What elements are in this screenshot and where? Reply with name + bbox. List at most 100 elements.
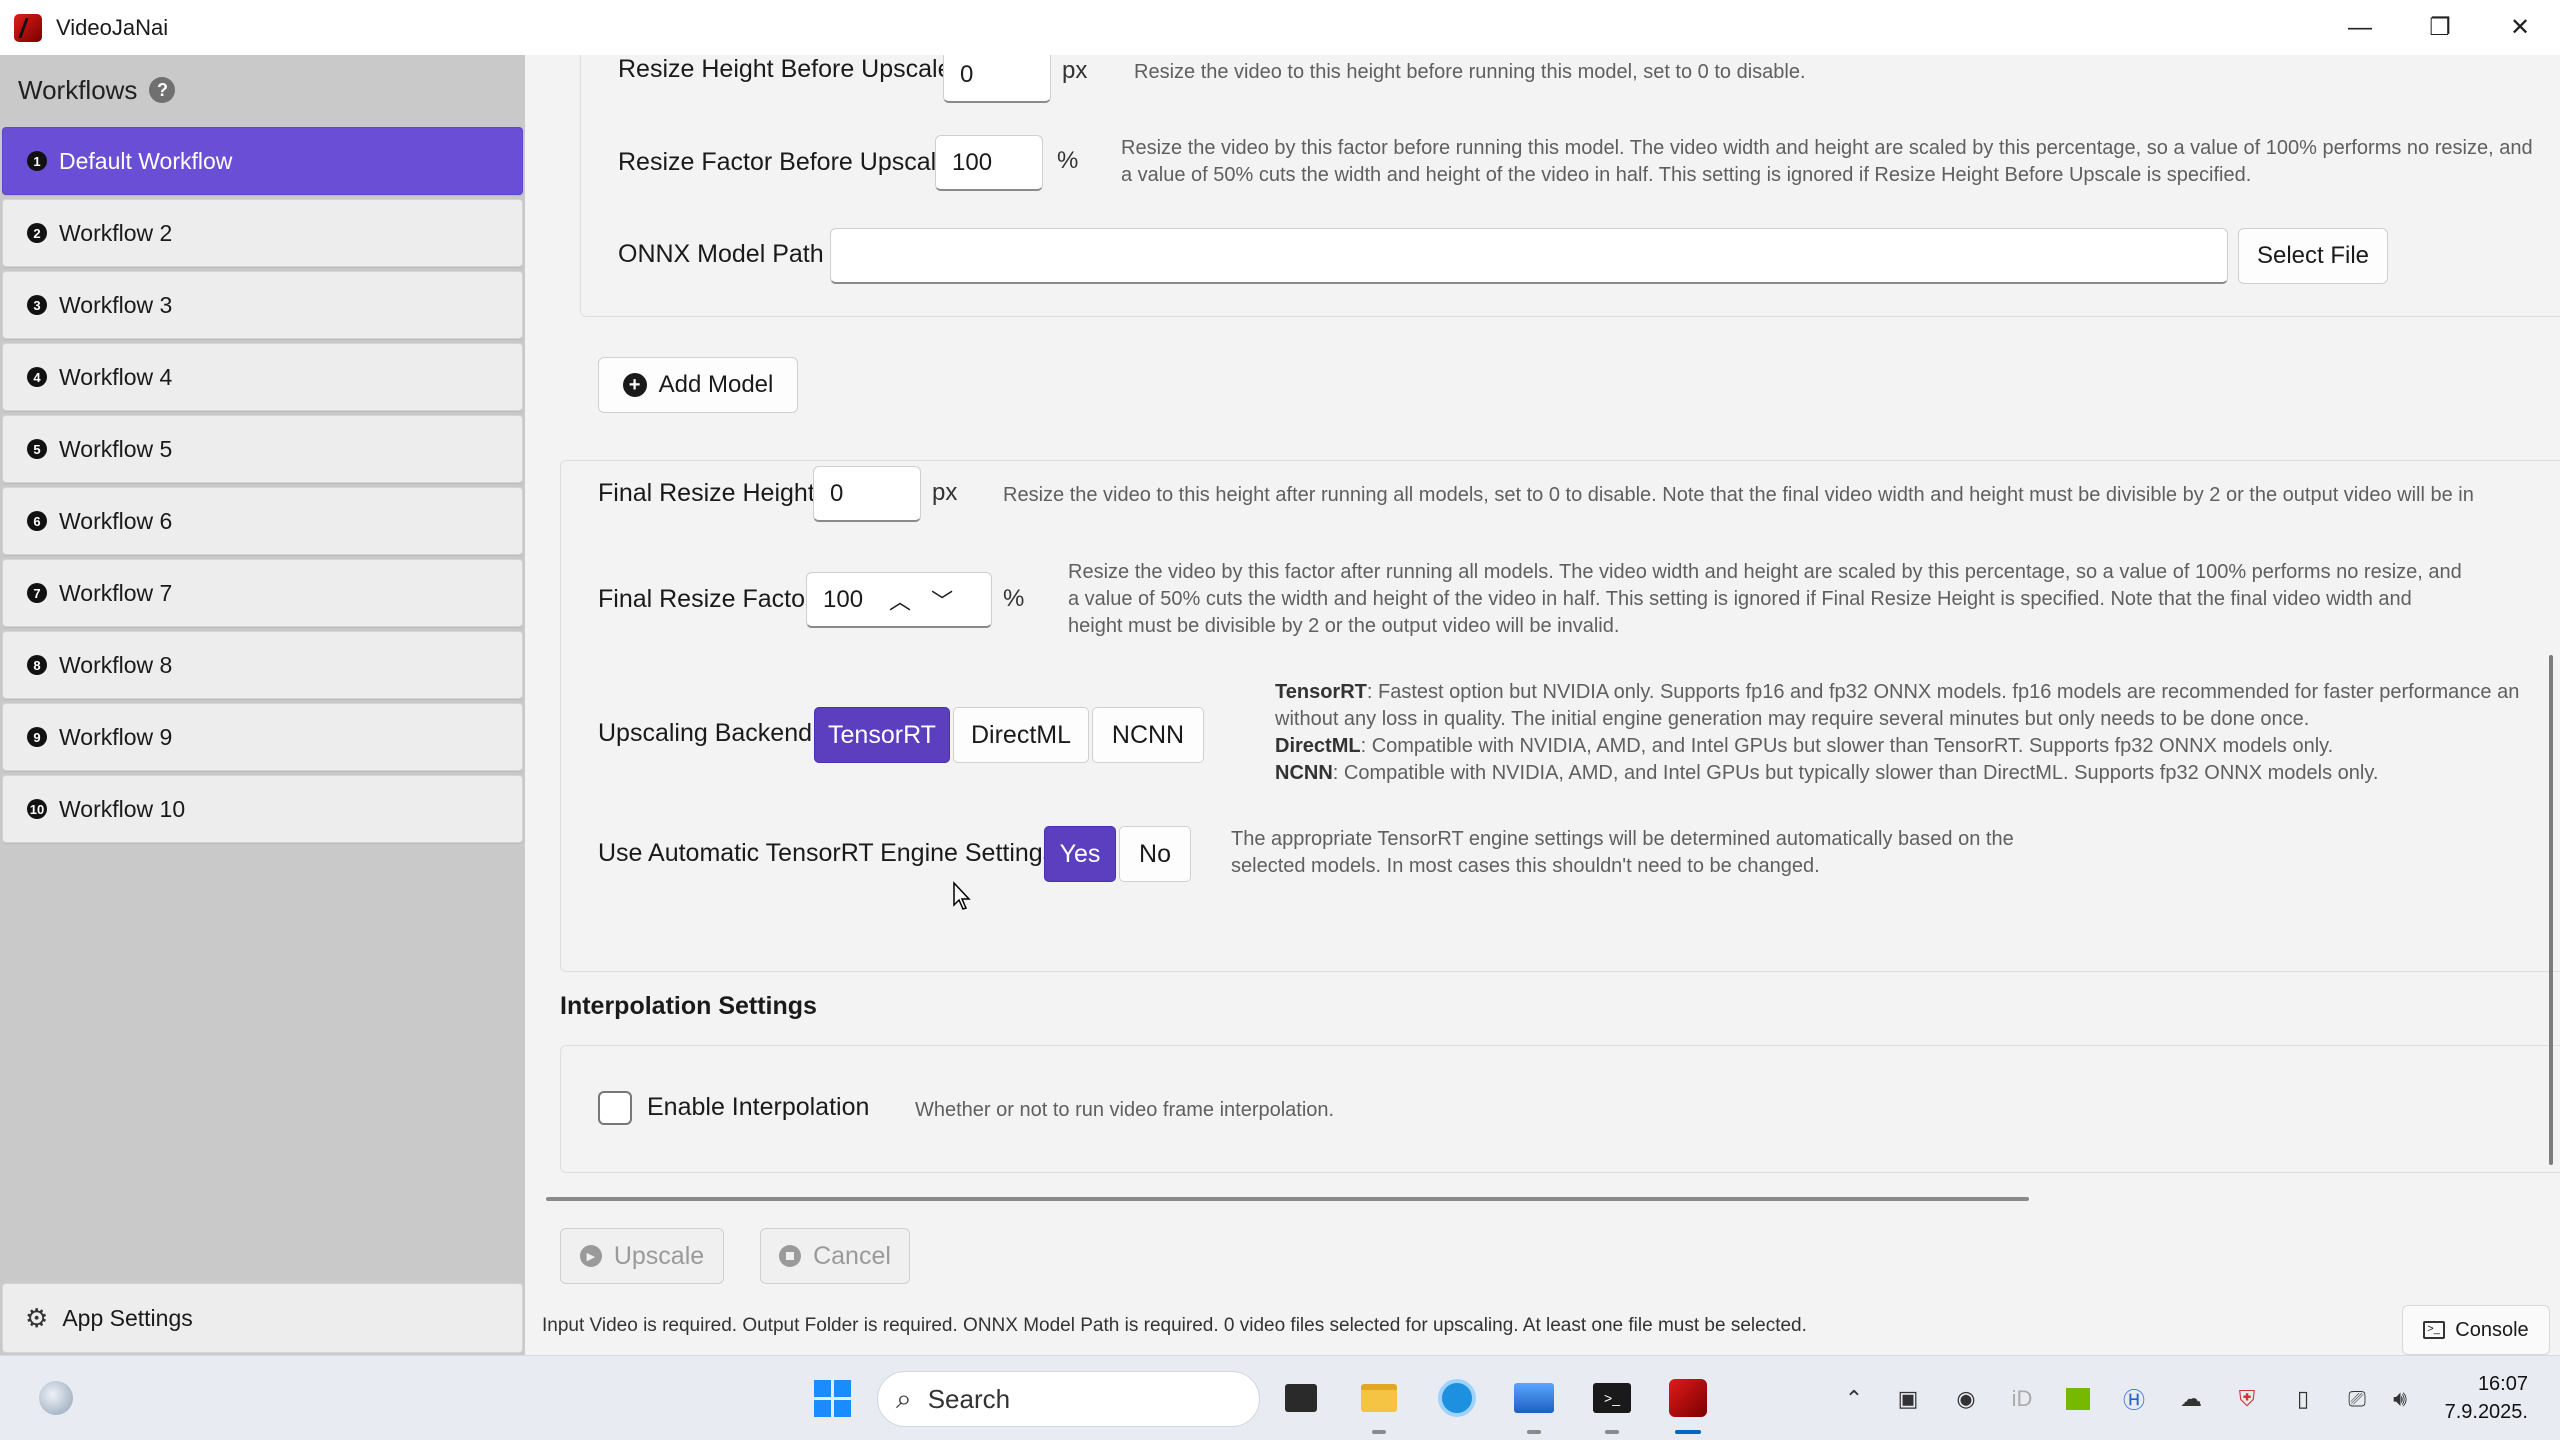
sidebar-item-label: Default Workflow [59, 147, 233, 174]
number-badge-icon: 1 [27, 151, 47, 171]
running-indicator [1372, 1430, 1386, 1434]
chevron-up-icon[interactable]: ︿ [889, 584, 911, 616]
final-resize-height-desc: Resize the video to this height after ru… [1003, 484, 2474, 506]
task-view-icon[interactable] [1279, 1376, 1323, 1420]
ncnn-desc: : Compatible with NVIDIA, AMD, and Intel… [1332, 762, 2379, 784]
backend-ncnn-option[interactable]: NCNN [1092, 707, 1204, 763]
file-explorer-icon[interactable] [1357, 1376, 1401, 1420]
tensorrt-name: TensorRT [1275, 681, 1367, 703]
sidebar-title: Workflows [18, 74, 138, 105]
console-label: Console [2455, 1318, 2529, 1341]
main-content: Resize Height Before Upscale 0 px Resize… [525, 55, 2560, 1355]
number-badge-icon: 7 [27, 583, 47, 603]
auto-tensorrt-yes[interactable]: Yes [1044, 826, 1116, 882]
status-message: Input Video is required. Output Folder i… [542, 1315, 1807, 1336]
sidebar-item-label: Workflow 5 [59, 435, 173, 462]
volume-icon[interactable]: 🔊︎ [2384, 1383, 2416, 1415]
sidebar-item-label: Workflow 6 [59, 507, 173, 534]
resize-factor-before-unit: % [1057, 147, 1079, 174]
network-icon[interactable]: ⎚ [2341, 1383, 2373, 1415]
add-model-button[interactable]: + Add Model [598, 357, 798, 413]
select-file-button[interactable]: Select File [2238, 228, 2388, 284]
sidebar-item-workflow-4[interactable]: 4 Workflow 4 [2, 343, 523, 411]
sidebar-item-workflow-8[interactable]: 8 Workflow 8 [2, 631, 523, 699]
resize-factor-before-input[interactable]: 100 [935, 135, 1043, 191]
title-bar: VideoJaNai — ❐ ✕ [0, 0, 2560, 55]
usb-icon[interactable]: ▯ [2287, 1383, 2319, 1415]
number-badge-icon: 9 [27, 727, 47, 747]
resize-height-before-input[interactable]: 0 [943, 55, 1051, 103]
chevron-up-icon[interactable]: ⌃ [1838, 1383, 1870, 1415]
vertical-scrollbar[interactable] [2549, 655, 2553, 1165]
sidebar-header: Workflows ? [0, 55, 525, 125]
final-resize-factor-stepper[interactable]: 100 ︿ ﹀ [806, 572, 992, 628]
upscale-button[interactable]: ▶ Upscale [560, 1228, 724, 1284]
sidebar-item-workflow-10[interactable]: 10 Workflow 10 [2, 775, 523, 843]
sidebar-item-workflow-9[interactable]: 9 Workflow 9 [2, 703, 523, 771]
backend-description: TensorRT: Fastest option but NVIDIA only… [1275, 679, 2560, 791]
browser-icon[interactable] [1435, 1376, 1479, 1420]
app-logo-icon [14, 13, 42, 42]
directml-desc: : Compatible with NVIDIA, AMD, and Intel… [1360, 735, 2334, 757]
sidebar: Workflows ? 1 Default Workflow 2 Workflo… [0, 55, 525, 1355]
help-icon[interactable]: ? [149, 77, 176, 103]
sidebar-item-workflow-6[interactable]: 6 Workflow 6 [2, 487, 523, 555]
minimize-button[interactable]: — [2320, 0, 2400, 55]
ncnn-name: NCNN [1275, 762, 1333, 784]
number-badge-icon: 4 [27, 367, 47, 387]
tray-network-app-icon[interactable]: ◉ [1950, 1383, 1982, 1415]
upscaling-backend-label: Upscaling Backend [598, 719, 813, 747]
cancel-button[interactable]: Cancel [760, 1228, 910, 1284]
tray-app-icon[interactable]: ▣ [1892, 1383, 1924, 1415]
nvidia-icon[interactable] [2062, 1383, 2094, 1415]
sidebar-item-default-workflow[interactable]: 1 Default Workflow [2, 127, 523, 195]
final-resize-height-input[interactable]: 0 [813, 466, 921, 522]
chevron-down-icon[interactable]: ﹀ [931, 584, 953, 616]
resize-height-before-label: Resize Height Before Upscale [618, 55, 952, 83]
sidebar-item-label: Workflow 10 [59, 795, 186, 822]
auto-tensorrt-no[interactable]: No [1119, 826, 1191, 882]
sidebar-item-workflow-3[interactable]: 3 Workflow 3 [2, 271, 523, 339]
console-button[interactable]: >_ Console [2402, 1305, 2550, 1355]
onnx-model-path-label: ONNX Model Path [618, 240, 824, 268]
final-resize-height-label: Final Resize Height [598, 479, 815, 507]
enable-interpolation-label: Enable Interpolation [647, 1093, 870, 1121]
app-settings-label: App Settings [62, 1304, 193, 1331]
cloud-icon[interactable]: ☁ [2175, 1383, 2207, 1415]
final-resize-height-unit: px [932, 479, 958, 506]
horizontal-scrollbar[interactable] [546, 1197, 2029, 1201]
enable-interpolation-desc: Whether or not to run video frame interp… [915, 1099, 1335, 1121]
tensorrt-desc: : Fastest option but NVIDIA only. Suppor… [1275, 681, 2520, 730]
app-settings-button[interactable]: ⚙ App Settings [2, 1283, 523, 1353]
videojanai-taskbar-icon[interactable] [1666, 1376, 1710, 1420]
windows-start-icon[interactable] [810, 1376, 854, 1420]
resize-factor-before-desc: Resize the video by this factor before r… [1121, 137, 2533, 186]
interpolation-section-title: Interpolation Settings [560, 992, 817, 1020]
enable-interpolation-checkbox[interactable] [598, 1091, 632, 1125]
taskbar-search[interactable]: ⌕ Search [877, 1371, 1260, 1427]
backend-tensorrt-option[interactable]: TensorRT [814, 707, 950, 763]
add-model-label: Add Model [658, 371, 774, 398]
directml-name: DirectML [1275, 735, 1361, 757]
security-icon[interactable]: ⛨ [2231, 1383, 2263, 1415]
sidebar-item-workflow-7[interactable]: 7 Workflow 7 [2, 559, 523, 627]
maximize-button[interactable]: ❐ [2400, 0, 2480, 55]
onnx-model-path-input[interactable] [830, 228, 2228, 284]
final-resize-factor-label: Final Resize Factor [598, 585, 814, 613]
gear-icon: ⚙ [25, 1302, 49, 1333]
number-badge-icon: 3 [27, 295, 47, 315]
sidebar-item-label: Workflow 3 [59, 291, 173, 318]
clock[interactable]: 16:07 7.9.2025. [2445, 1370, 2528, 1426]
sidebar-item-workflow-2[interactable]: 2 Workflow 2 [2, 199, 523, 267]
plus-circle-icon: + [622, 373, 647, 397]
tray-h-icon[interactable]: Ⓗ [2118, 1383, 2150, 1415]
chart-app-icon[interactable] [1512, 1376, 1556, 1420]
auto-tensorrt-label: Use Automatic TensorRT Engine Settings [598, 839, 1056, 867]
sidebar-item-workflow-5[interactable]: 5 Workflow 5 [2, 415, 523, 483]
tray-id-icon[interactable]: iD [2006, 1383, 2038, 1415]
weather-icon[interactable] [34, 1376, 78, 1420]
terminal-app-icon[interactable]: >_ [1590, 1376, 1634, 1420]
close-button[interactable]: ✕ [2480, 0, 2560, 55]
number-badge-icon: 2 [27, 223, 47, 243]
backend-directml-option[interactable]: DirectML [953, 707, 1089, 763]
